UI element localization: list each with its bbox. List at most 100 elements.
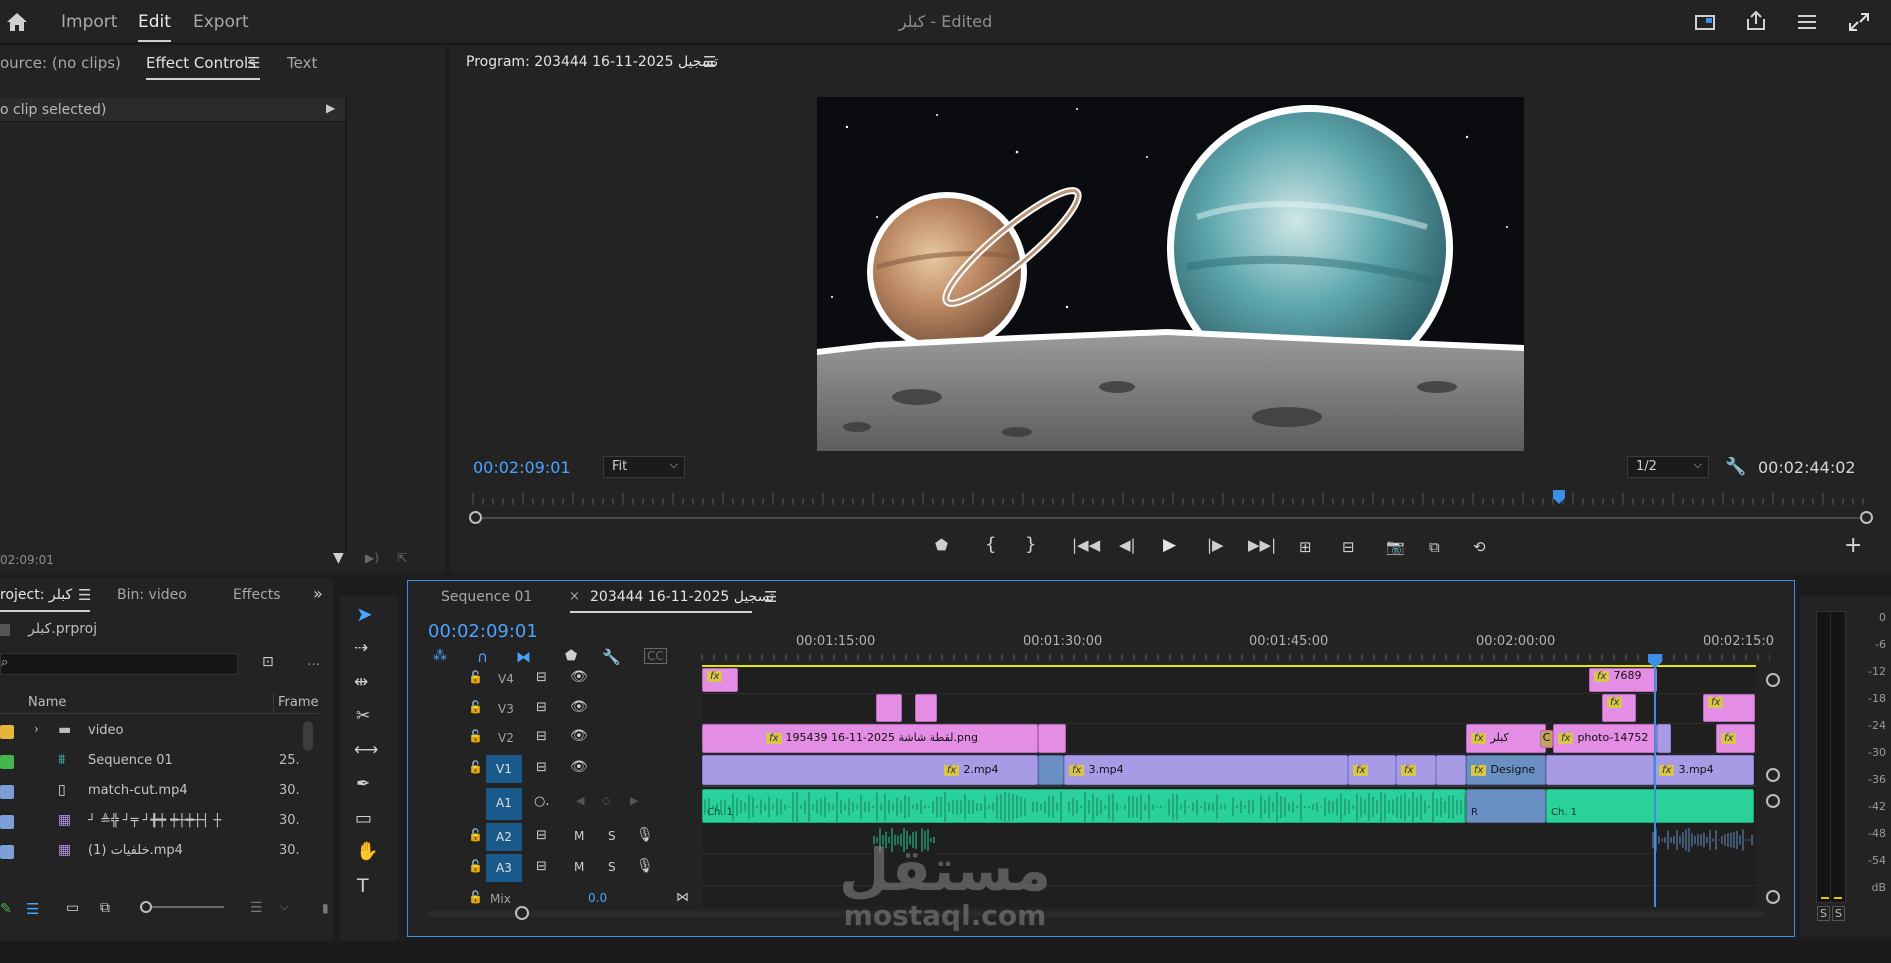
razor-tool-icon[interactable]: ✂ [356,706,370,726]
snap-magnet-icon[interactable]: ∩ [477,648,488,666]
ripple-edit-tool-icon[interactable]: ⇹ [354,672,368,692]
write-protect-icon[interactable]: ✎ [0,901,12,917]
mute-button[interactable]: M [574,829,584,843]
sync-lock-icon[interactable]: ⊟ [536,700,547,715]
clip-v1-2mp4[interactable]: fx 2.mp4 [702,755,1038,785]
more-options-icon[interactable]: … [307,654,320,669]
fit-dropdown[interactable]: Fit ⌵ [603,456,685,478]
tab-bin-video[interactable]: Bin: video [117,587,187,603]
chevron-right-icon[interactable]: › [34,722,39,736]
clip-v3[interactable]: fx [1602,694,1636,722]
solo-button[interactable]: S [608,829,616,843]
new-bin-icon[interactable]: ▮ [322,901,329,915]
wrench-icon[interactable]: 🔧 [1725,457,1746,477]
clip-v3[interactable]: fx [1703,694,1755,722]
label-color-swatch[interactable] [0,755,14,769]
prev-keyframe-icon[interactable]: ◀ [576,794,584,807]
tab-project[interactable]: roject: كبلر [0,587,72,603]
clip-v4[interactable]: fx [702,668,738,692]
solo-button[interactable]: S [608,860,616,874]
tab-source[interactable]: ource: (no clips) [0,54,121,72]
lock-icon[interactable]: 🔓 [468,890,483,904]
sync-lock-icon[interactable]: ⊟ [536,828,547,843]
step-back-icon[interactable]: ◀| [1119,536,1136,554]
clip-v2[interactable] [1657,724,1671,753]
mix-volume-value[interactable]: 0.0 [588,891,607,905]
clip-v1[interactable]: fx [1348,755,1396,785]
tab-effects[interactable]: Effects [233,587,281,603]
add-marker-icon[interactable]: ⬟ [935,536,948,554]
lock-icon[interactable]: 🔓 [468,760,483,774]
clip-v1-designe[interactable]: fx Designe [1466,755,1546,785]
clip-v2-photo[interactable]: fx photo-14752 [1553,724,1657,753]
clip-a2-b[interactable] [1651,826,1755,854]
play-audio-icon[interactable]: ▶) [365,551,379,565]
eye-icon[interactable]: 👁 [570,728,588,744]
share-icon[interactable] [1741,6,1771,36]
clip-v1[interactable] [1436,755,1466,785]
clip-v1-3mp4[interactable]: fx 3.mp4 [1064,755,1348,785]
sort-icon[interactable]: ☰ [250,900,263,916]
project-item-row[interactable]: › ▬ video [0,718,320,746]
clip-v2-screenshot[interactable]: fx لقطة شاشة 2025-11-16 195439.png [702,724,1038,753]
track-select-tool-icon[interactable]: ⇢ [354,638,368,658]
program-current-timecode[interactable]: 00:02:09:01 [473,458,571,477]
eye-icon[interactable]: 👁 [570,759,588,775]
proxy-toggle-icon[interactable]: ⟲ [1473,538,1486,556]
find-icon[interactable]: ⊡ [262,654,274,670]
sync-lock-icon[interactable]: ⊟ [536,729,547,744]
expand-arrow-icon[interactable]: ▶ [326,101,335,115]
sync-lock-icon[interactable]: ⊟ [536,859,547,874]
filter-icon[interactable]: ▼ [333,550,344,566]
tab-effect-controls[interactable]: Effect Controls [146,54,256,72]
mark-in-icon[interactable]: { [985,534,996,555]
clip-v2-c[interactable]: C [1540,730,1553,748]
zoom-slider-thumb[interactable] [140,901,152,913]
project-item-row[interactable]: ▦ خلفيات (1).mp4 30. [0,838,320,866]
clip-v2[interactable] [1038,724,1066,753]
clip-v1-transition[interactable] [1038,755,1064,785]
extract-icon[interactable]: ⊟ [1342,538,1355,556]
icon-view-icon[interactable]: ▭ [66,900,79,916]
project-item-row[interactable]: ▯ match-cut.mp4 30. [0,778,320,806]
clip-a1-b[interactable]: Ch. 1 [1546,789,1754,823]
project-item-row[interactable]: ▦ ┘ ≜╬ ┘╤ ┘╋┿ ┿┼┿┼┤ ┼ 30. [0,808,320,836]
lock-icon[interactable]: 🔓 [468,670,483,684]
panel-menu-icon[interactable]: ☰ [78,586,91,604]
tab-sequence-active[interactable]: 203444 16-11-2025 تسجيل [590,589,774,605]
column-name[interactable]: Name [28,695,66,710]
freeform-view-icon[interactable]: ⧉ [100,900,110,916]
eye-icon[interactable]: 👁 [570,699,588,715]
list-view-icon[interactable]: ☰ [26,900,39,918]
program-time-ruler[interactable] [465,489,1869,507]
lock-icon[interactable]: 🔓 [468,700,483,714]
lock-icon[interactable]: 🔓 [468,729,483,743]
project-item-row[interactable]: ⩩ Sequence 01 25. [0,748,320,776]
nest-sequence-icon[interactable]: ⁂ [433,648,447,664]
add-marker-icon[interactable]: ⬟ [565,648,577,664]
export-frame-icon[interactable]: 📷 [1386,538,1405,556]
pen-tool-icon[interactable]: ✒ [356,774,370,794]
workspaces-icon[interactable] [1792,7,1822,37]
next-keyframe-icon[interactable]: ▶ [630,794,638,807]
clip-v1-3mp4-b[interactable]: fx 3.mp4 [1654,755,1754,785]
more-panels-icon[interactable]: » [313,584,323,603]
rectangle-tool-icon[interactable]: ▭ [355,808,372,829]
timeline-settings-icon[interactable]: 🔧 [602,648,621,666]
timeline-timecode[interactable]: 00:02:09:01 [428,621,538,642]
lock-icon[interactable]: 🔓 [468,859,483,873]
v-scroll-handle-top[interactable] [1766,673,1780,687]
scrollbar-thumb[interactable] [303,721,313,751]
microphone-icon[interactable]: 🎙 [636,827,654,843]
go-to-in-icon[interactable]: |◀◀ [1072,536,1100,554]
export-frame-icon[interactable]: ⇱ [397,551,407,565]
lift-icon[interactable]: ⊞ [1299,538,1312,556]
solo-right-button[interactable]: S [1832,906,1845,921]
label-color-swatch[interactable] [0,785,14,799]
panel-menu-icon[interactable]: ☰ [247,54,260,72]
label-color-swatch[interactable] [0,845,14,859]
search-input[interactable]: ⌕ [0,653,238,675]
sync-lock-icon[interactable]: ⊟ [536,760,547,775]
clip-v1[interactable]: fx [1396,755,1436,785]
clip-v3[interactable] [915,694,937,722]
